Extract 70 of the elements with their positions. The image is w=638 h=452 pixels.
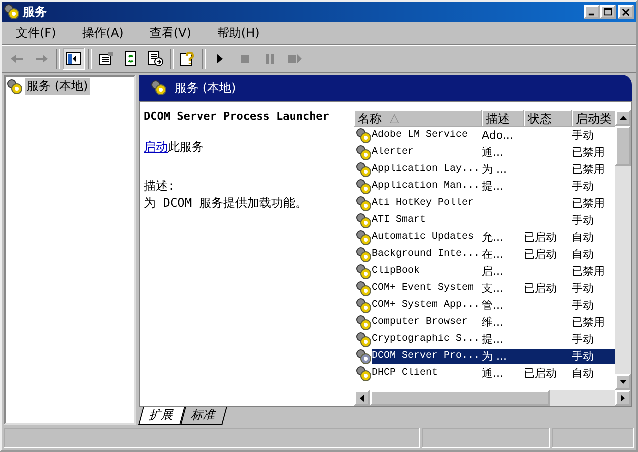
service-row[interactable]: Automatic Updates 允... 已启动 自动 (372, 230, 615, 245)
service-row[interactable]: DHCP Client 通... 已启动 自动 (372, 366, 615, 381)
maximize-icon (604, 8, 612, 16)
column-header[interactable]: 启动类 (572, 110, 615, 127)
gears-icon (356, 280, 372, 296)
window-title: 服务 (23, 4, 48, 20)
service-row[interactable]: Application Lay... 为 ... 已禁用 (372, 162, 615, 177)
export-list-icon (148, 51, 164, 67)
service-row[interactable]: Alerter 通... 已禁用 (372, 145, 615, 160)
menu-item[interactable]: 操作(A) (74, 24, 132, 42)
gears-icon (356, 162, 372, 178)
service-row[interactable]: COM+ Event System 支... 已启动 手动 (372, 281, 615, 296)
gears-icon (356, 298, 372, 314)
help-icon (180, 51, 196, 67)
maximize-button[interactable] (600, 5, 616, 19)
description-label: 描述: (144, 178, 176, 195)
menu-item[interactable]: 查看(V) (142, 24, 200, 42)
vertical-scrollbar[interactable] (615, 110, 631, 390)
service-row[interactable]: DCOM Server Pro... 为 ... 手动 (372, 349, 615, 364)
menu-item[interactable]: 文件(F) (8, 24, 64, 42)
gears-icon (4, 4, 20, 20)
description-text: 为 DCOM 服务提供加载功能。 (144, 195, 308, 212)
view-tab[interactable]: 扩展 (138, 407, 186, 425)
horizontal-scrollbar[interactable] (354, 390, 631, 406)
gears-icon (356, 178, 372, 194)
toolbar-button[interactable] (63, 48, 85, 70)
gears-icon (356, 348, 372, 364)
restart-icon (287, 51, 303, 67)
refresh-icon (123, 51, 139, 67)
column-header[interactable]: 状态 (524, 110, 572, 127)
service-row[interactable]: Application Man... 提... 手动 (372, 179, 615, 194)
panel-title: 服务 (本地) (175, 80, 236, 96)
minimize-button[interactable] (584, 5, 600, 19)
service-row[interactable]: COM+ System App... 管... 手动 (372, 298, 615, 313)
menu-item[interactable]: 帮助(H) (209, 24, 268, 42)
gears-icon (356, 314, 372, 330)
column-header[interactable]: 名称 △ (354, 110, 482, 127)
gears-icon (356, 212, 372, 228)
tree-item[interactable]: 服务 (本地) (25, 78, 90, 95)
service-row[interactable]: Cryptographic S... 提... 手动 (372, 332, 615, 347)
scroll-up-icon (620, 116, 626, 120)
close-icon (622, 8, 630, 16)
scroll-left-icon (360, 394, 364, 402)
action-text: 启动此服务 (144, 139, 205, 156)
properties-icon (98, 51, 114, 67)
service-row[interactable]: Background Inte... 在... 已启动 自动 (372, 247, 615, 262)
scroll-down-icon (620, 380, 626, 384)
service-row[interactable]: Ati HotKey Poller 已禁用 (372, 196, 615, 211)
gears-icon (356, 246, 372, 262)
gears-icon (356, 264, 372, 280)
service-row[interactable]: Adobe LM Service Ado... 手动 (372, 128, 615, 143)
close-button[interactable] (618, 5, 634, 19)
gears-icon (356, 128, 372, 144)
gears-icon (356, 366, 372, 382)
gears-icon (151, 80, 167, 96)
service-row[interactable]: ATI Smart 手动 (372, 213, 615, 228)
start-link[interactable]: 启动 (144, 140, 168, 154)
gears-icon (356, 230, 372, 246)
service-row[interactable]: Computer Browser 维... 已禁用 (372, 315, 615, 330)
gears-icon (7, 78, 23, 94)
scroll-right-icon (621, 394, 625, 402)
column-header[interactable]: 描述 (482, 110, 524, 127)
service-row[interactable]: ClipBook 启... 已禁用 (372, 264, 615, 279)
gears-icon (356, 196, 372, 212)
scrollbar-thumb[interactable] (615, 126, 631, 166)
view-tab[interactable]: 标准 (180, 407, 228, 425)
service-name: DCOM Server Process Launcher (144, 110, 330, 123)
gears-icon (356, 144, 372, 160)
tree-pane-icon (66, 51, 82, 67)
gears-icon (356, 332, 372, 348)
